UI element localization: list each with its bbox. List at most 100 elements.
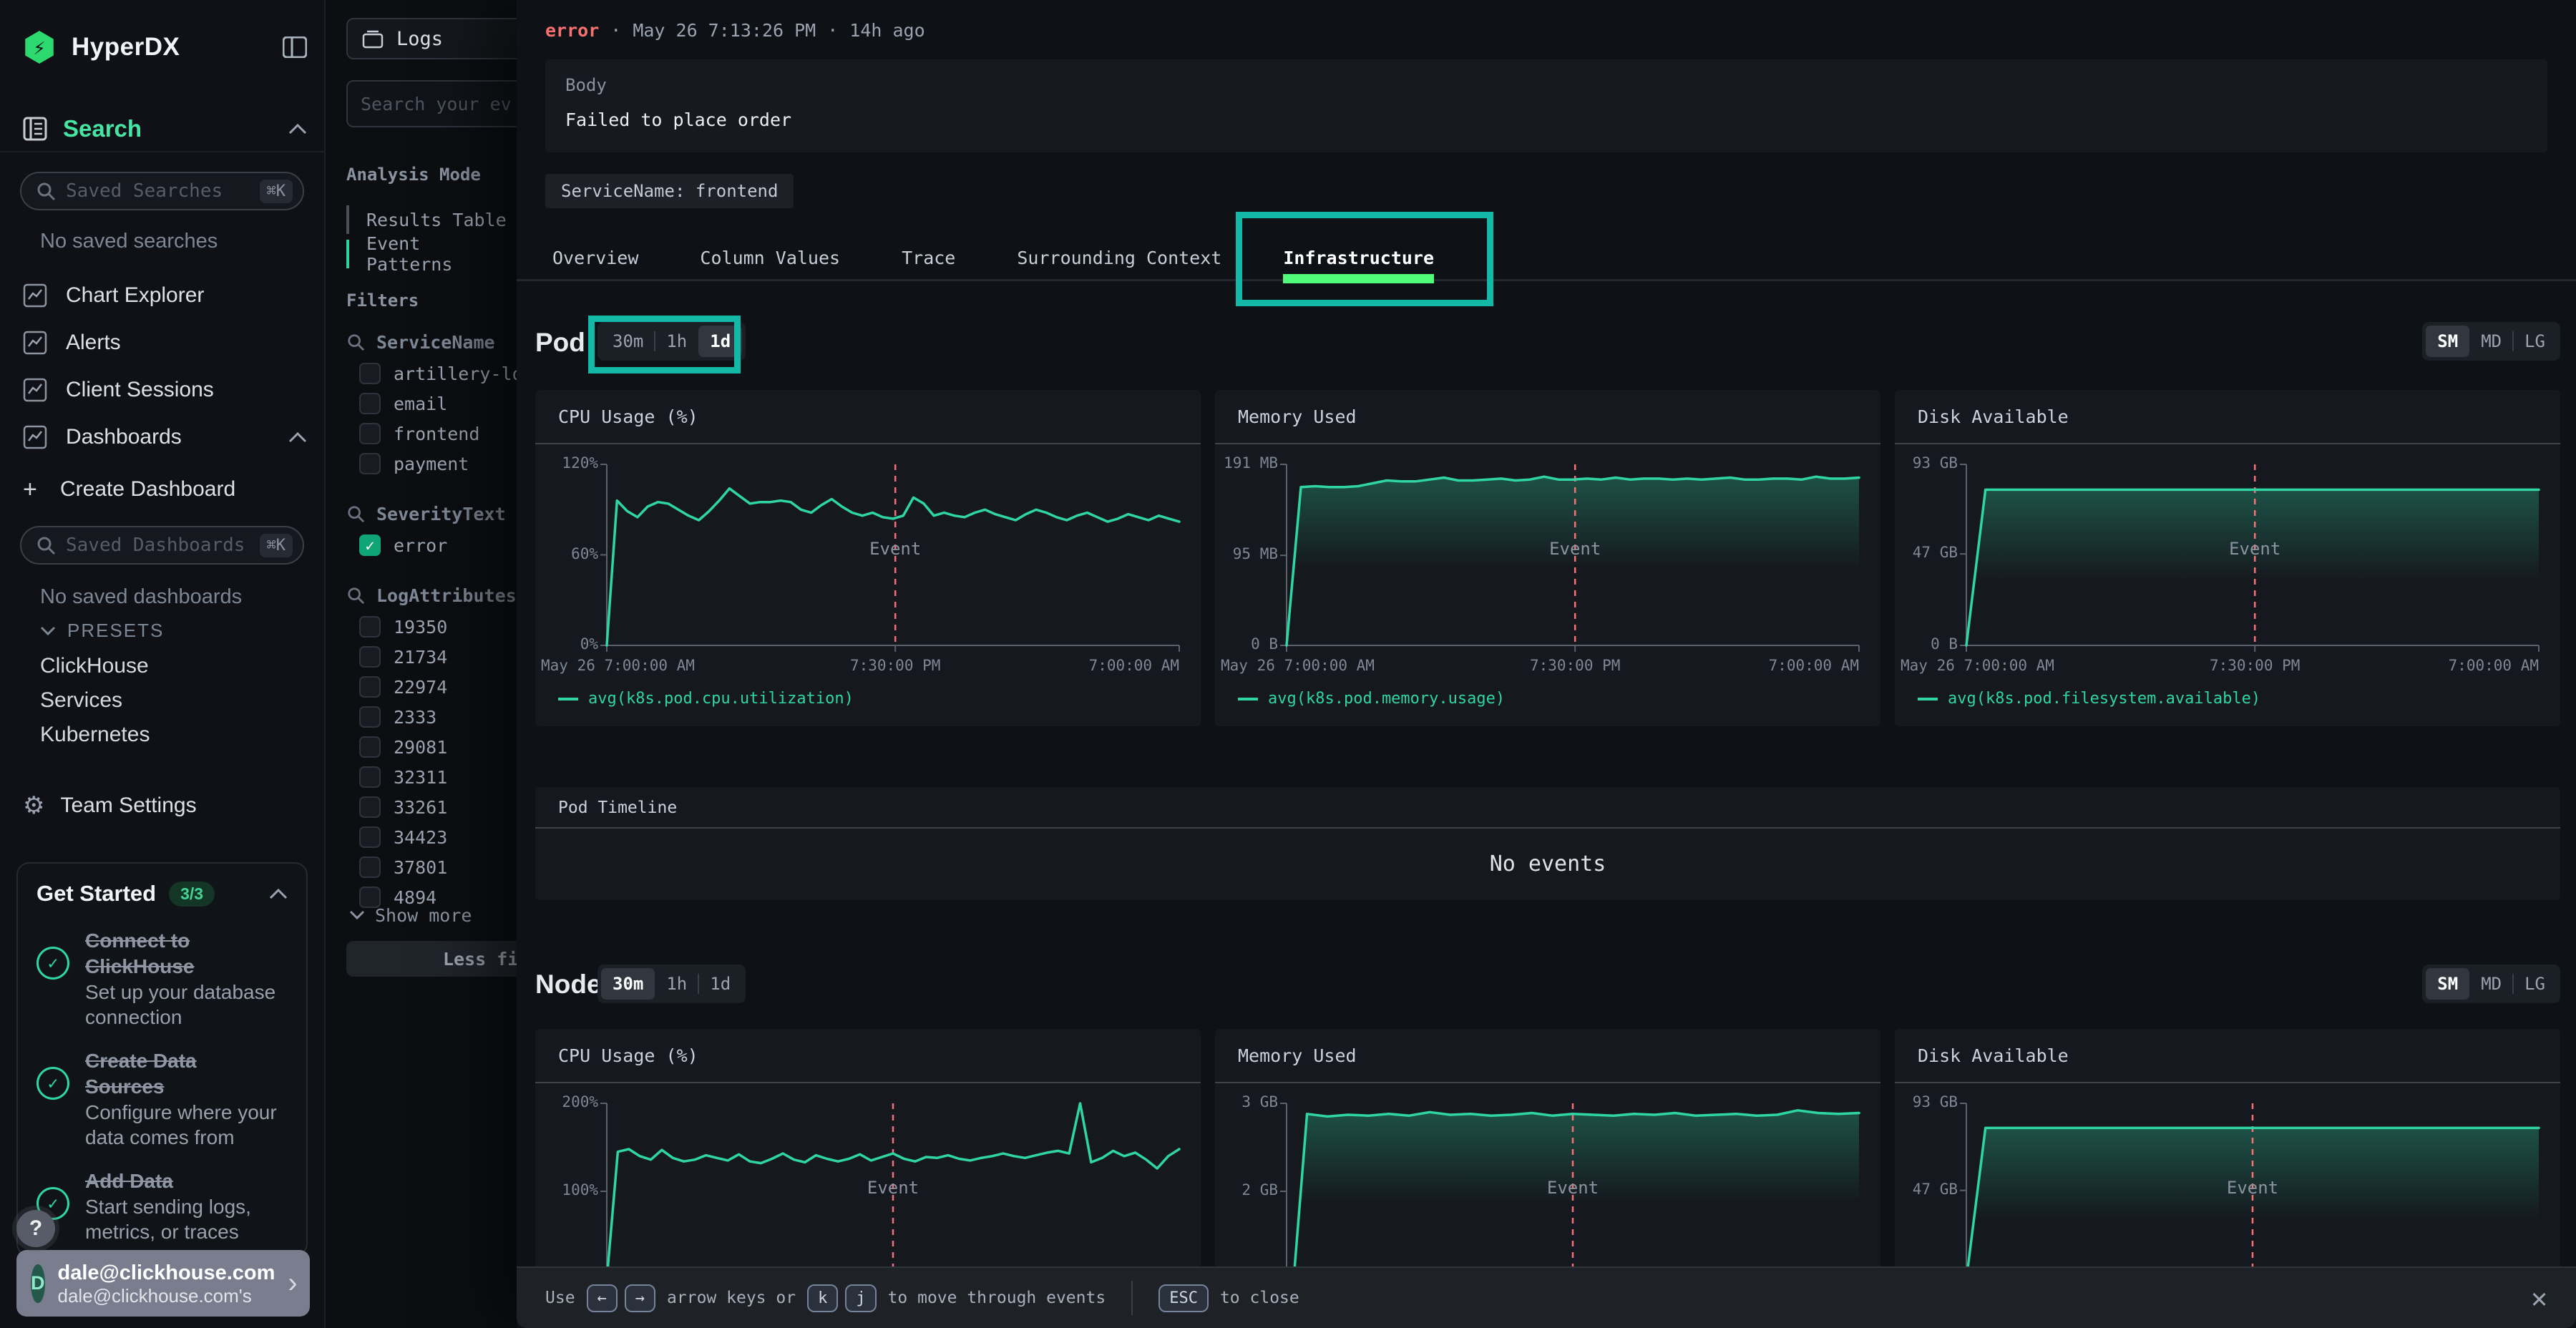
filter-option-label: artillery-loa <box>394 363 517 384</box>
size-option[interactable]: LG <box>2513 968 2557 1000</box>
y-axis-tick: 47 GB <box>1895 544 1958 561</box>
range-option[interactable]: 30m <box>601 326 655 357</box>
checkbox[interactable] <box>359 766 381 788</box>
filter-group-header[interactable]: LogAttributes <box>346 579 517 612</box>
checkbox[interactable] <box>359 796 381 818</box>
size-option[interactable]: SM <box>2426 968 2469 1000</box>
size-option[interactable]: SM <box>2426 326 2469 357</box>
analysis-mode-option[interactable]: Results Table <box>346 202 517 237</box>
filter-option[interactable]: 37801 <box>346 852 517 882</box>
team-settings-label: Team Settings <box>60 794 196 818</box>
chevron-up-icon[interactable] <box>269 888 288 899</box>
detail-tab[interactable]: Column Values <box>700 236 840 280</box>
checklist-item-desc: Set up your database connection <box>85 980 286 1030</box>
checkbox[interactable] <box>359 534 381 556</box>
analysis-mode-list: Results Table Event Patterns <box>346 202 517 271</box>
sidebar-nav-item[interactable]: Client Sessions <box>23 366 307 414</box>
sidebar-item-search[interactable]: Search <box>23 109 307 149</box>
keycap: ← <box>587 1284 618 1312</box>
checkbox[interactable] <box>359 856 381 878</box>
presets-toggle[interactable]: PRESETS <box>40 620 164 642</box>
chart-card-pod-cpu: CPU Usage (%) 120%60%0%May 26 7:00:00 AM… <box>535 390 1201 726</box>
checkbox[interactable] <box>359 676 381 698</box>
hyperdx-app: ⚡ HyperDX Search ⌘K No saved searches <box>0 0 2576 1328</box>
checkbox[interactable] <box>359 393 381 414</box>
checkbox[interactable] <box>359 616 381 638</box>
sidebar-nav-item[interactable]: Alerts <box>23 319 307 366</box>
filter-option[interactable]: email <box>346 389 517 419</box>
filter-option[interactable]: frontend <box>346 419 517 449</box>
checkbox[interactable] <box>359 736 381 758</box>
size-option-label: LG <box>2524 331 2545 351</box>
detail-tab-label: Trace <box>902 248 955 268</box>
preset-dashboard-link[interactable]: Services <box>40 683 150 718</box>
get-started-progress-badge: 3/3 <box>169 882 215 907</box>
event-search-input[interactable] <box>346 80 517 127</box>
filter-option[interactable]: error <box>346 530 517 560</box>
range-option[interactable]: 1h <box>655 326 698 357</box>
filter-option[interactable]: 34423 <box>346 822 517 852</box>
event-search-field[interactable] <box>361 94 517 114</box>
size-option[interactable]: MD <box>2469 326 2513 357</box>
saved-dashboards-field[interactable] <box>66 534 250 556</box>
checkbox[interactable] <box>359 363 381 384</box>
show-more-toggle[interactable]: Show more <box>346 899 472 931</box>
saved-searches-input[interactable]: ⌘K <box>20 172 304 210</box>
filter-option[interactable]: 21734 <box>346 642 517 672</box>
range-option[interactable]: 1d <box>698 968 742 1000</box>
preset-dashboard-link[interactable]: ClickHouse <box>40 649 150 683</box>
team-settings-button[interactable]: ⚙ Team Settings <box>23 786 307 826</box>
sidebar-nav-item[interactable]: Dashboards <box>23 414 307 461</box>
saved-dashboards-input[interactable]: ⌘K <box>20 526 304 565</box>
filter-option[interactable]: artillery-loa <box>346 358 517 389</box>
detail-tab[interactable]: Surrounding Context <box>1017 236 1221 280</box>
help-button[interactable]: ? <box>16 1210 55 1247</box>
filter-option[interactable]: payment <box>346 449 517 479</box>
saved-searches-field[interactable] <box>66 180 250 202</box>
check-circle-icon: ✓ <box>36 1067 69 1100</box>
filter-option[interactable]: 29081 <box>346 732 517 762</box>
source-selector-button[interactable]: Logs <box>346 18 517 59</box>
filter-group-header[interactable]: ServiceName <box>346 326 517 358</box>
detail-tab[interactable]: Overview <box>552 236 638 280</box>
checklist-item-title: Add Data <box>85 1168 280 1194</box>
range-option[interactable]: 1d <box>698 326 742 357</box>
chart-plot: 93 GB47 GB0 BMay 26 7:00:00 AM7:30:00 PM… <box>1895 444 2560 725</box>
range-option[interactable]: 30m <box>601 968 655 1000</box>
sidebar-nav-item[interactable]: Chart Explorer <box>23 272 307 319</box>
checkbox[interactable] <box>359 706 381 728</box>
detail-tab[interactable]: Trace <box>902 236 955 280</box>
checklist-item[interactable]: ✓ Create Data Sources Configure where yo… <box>36 1048 288 1150</box>
chart-plot: 120%60%0%May 26 7:00:00 AM7:30:00 PM7:00… <box>535 444 1201 725</box>
detail-tab[interactable]: Infrastructure <box>1283 236 1434 280</box>
filter-option[interactable]: 33261 <box>346 792 517 822</box>
filter-group-header[interactable]: SeverityText <box>346 497 517 530</box>
filter-option[interactable]: 32311 <box>346 762 517 792</box>
chart-title: Memory Used <box>1215 390 1880 444</box>
size-option[interactable]: MD <box>2469 968 2513 1000</box>
checkbox[interactable] <box>359 453 381 474</box>
close-icon[interactable]: ✕ <box>2531 1284 2547 1312</box>
collapse-sidebar-icon[interactable] <box>283 36 307 58</box>
service-name-tag[interactable]: ServiceName: frontend <box>545 174 794 208</box>
checklist-item[interactable]: ✓ Add Data Start sending logs, metrics, … <box>36 1168 288 1244</box>
pod-timeline-card: Pod Timeline No events <box>535 787 2560 900</box>
chart-card-pod-memory: Memory Used 191 MB95 MB0 BMay 26 7:00:00… <box>1215 390 1880 726</box>
user-account-button[interactable]: D dale@clickhouse.com dale@clickhouse.co… <box>16 1250 310 1317</box>
analysis-mode-option[interactable]: Event Patterns <box>346 237 517 271</box>
range-option[interactable]: 1h <box>655 968 698 1000</box>
checklist-item[interactable]: ✓ Connect to ClickHouse Set up your data… <box>36 928 288 1030</box>
create-dashboard-button[interactable]: + Create Dashboard <box>23 471 307 508</box>
less-filters-button[interactable]: Less fil <box>346 941 517 977</box>
checkbox[interactable] <box>359 646 381 668</box>
size-option[interactable]: LG <box>2513 326 2557 357</box>
checkbox[interactable] <box>359 826 381 848</box>
filter-option[interactable]: 19350 <box>346 612 517 642</box>
checkbox[interactable] <box>359 423 381 444</box>
chevron-up-icon <box>288 431 307 443</box>
filter-option[interactable]: 22974 <box>346 672 517 702</box>
avatar: D <box>31 1264 45 1303</box>
filter-option[interactable]: 2333 <box>346 702 517 732</box>
preset-dashboard-link[interactable]: Kubernetes <box>40 718 150 752</box>
event-relative-time: 14h ago <box>849 20 924 41</box>
